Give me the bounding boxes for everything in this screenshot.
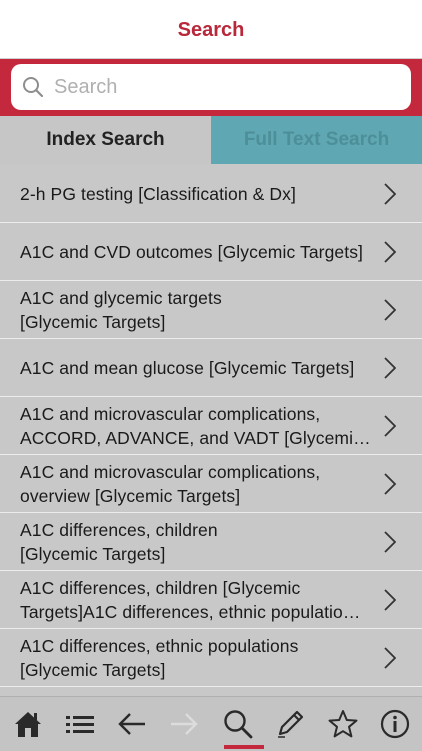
active-tab-indicator: [224, 745, 264, 749]
list-icon: [66, 716, 94, 733]
page-title: Search: [177, 18, 245, 41]
home-icon: [15, 712, 41, 737]
forward-button[interactable]: [164, 697, 204, 751]
list-item-text: A1C and mean glucose [Glycemic Targets]: [20, 357, 355, 378]
list-item[interactable]: A1C and microvascular complications, over…: [0, 455, 422, 513]
list-item-text: A1C differences, ethnic populations [Glyc…: [20, 635, 299, 680]
search-icon: [224, 710, 253, 739]
search-box[interactable]: [11, 64, 411, 110]
list-item-text: A1C and microvascular complications, ACCO…: [20, 403, 375, 448]
list-item[interactable]: A1C differences, ethnic populations [Glyc…: [0, 629, 422, 687]
bottom-toolbar: [0, 696, 422, 751]
tab-full-text-search[interactable]: Full Text Search: [211, 116, 422, 164]
search-tabs: Index Search Full Text Search: [0, 116, 422, 164]
star-icon: [328, 710, 358, 738]
search-input[interactable]: [52, 74, 386, 100]
chevron-right-icon: [384, 589, 396, 611]
back-arrow-icon: [118, 713, 145, 735]
list-item[interactable]: A1C and mean glucose [Glycemic Targets]: [0, 339, 422, 397]
list-item[interactable]: A1C and glycemic targets [Glycemic Target…: [0, 281, 422, 339]
pencil-icon: [278, 710, 304, 738]
chevron-right-icon: [384, 357, 396, 379]
chevron-right-icon: [384, 531, 396, 553]
chevron-right-icon: [384, 299, 396, 321]
favorites-button[interactable]: [323, 697, 363, 751]
list-item-text: A1C differences, children [Glycemic Targe…: [20, 519, 218, 564]
index-list: 2-h PG testing [Classification & Dx] A1C…: [0, 165, 422, 687]
list-item[interactable]: A1C and CVD outcomes [Glycemic Targets]: [0, 223, 422, 281]
info-button[interactable]: [375, 697, 415, 751]
tab-index-search[interactable]: Index Search: [0, 116, 211, 164]
list-item-text: A1C and CVD outcomes [Glycemic Targets]: [20, 241, 364, 262]
chevron-right-icon: [384, 241, 396, 263]
chevron-right-icon: [384, 415, 396, 437]
back-button[interactable]: [112, 697, 152, 751]
search-bar: [0, 59, 422, 116]
notes-button[interactable]: [270, 697, 310, 751]
list-item-text: A1C differences, children [Glycemic Targe…: [20, 577, 361, 622]
list-item[interactable]: A1C and microvascular complications, ACCO…: [0, 397, 422, 455]
list-item-text: A1C and glycemic targets [Glycemic Target…: [20, 287, 222, 332]
search-tab-button[interactable]: [218, 697, 258, 751]
info-icon: [380, 709, 410, 739]
chevron-right-icon: [384, 647, 396, 669]
list-item[interactable]: 2-h PG testing [Classification & Dx]: [0, 165, 422, 223]
forward-arrow-icon: [171, 713, 198, 735]
home-button[interactable]: [8, 697, 48, 751]
list-button[interactable]: [60, 697, 100, 751]
list-item-text: 2-h PG testing [Classification & Dx]: [20, 183, 296, 204]
chevron-right-icon: [384, 473, 396, 495]
list-item-text: A1C and microvascular complications, over…: [20, 461, 321, 506]
search-icon: [23, 77, 44, 98]
header: Search: [0, 0, 422, 59]
list-item[interactable]: A1C differences, children [Glycemic Targe…: [0, 571, 422, 629]
chevron-right-icon: [384, 183, 396, 205]
list-item[interactable]: A1C differences, children [Glycemic Targe…: [0, 513, 422, 571]
